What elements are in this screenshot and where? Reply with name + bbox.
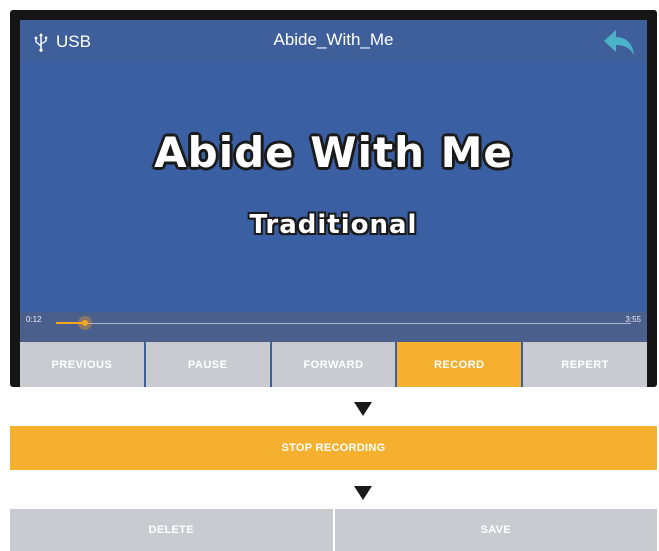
save-button[interactable]: SAVE <box>332 509 657 551</box>
progress-thumb[interactable] <box>78 316 93 330</box>
seek-bar: 0:12 3:55 <box>20 312 647 342</box>
save-delete-actions: DELETE SAVE <box>10 509 657 551</box>
back-arrow-icon[interactable] <box>603 28 635 56</box>
player-screen: USB Abide_With_Me Abide With Me Traditio… <box>20 20 647 387</box>
delete-button[interactable]: DELETE <box>10 509 333 551</box>
video-area: Abide With Me Traditional <box>20 62 647 312</box>
record-button[interactable]: RECORD <box>397 342 524 387</box>
pause-button[interactable]: PAUSE <box>145 342 272 387</box>
progress-track[interactable] <box>56 316 631 330</box>
playback-controls: PREVIOUS PAUSE FORWARD RECORD REPERT <box>20 342 647 387</box>
down-triangle-icon <box>354 486 372 500</box>
lyric-song-artist: Traditional <box>249 210 418 240</box>
device-screen: USB Abide_With_Me Abide With Me Traditio… <box>10 10 657 387</box>
lyric-song-title: Abide With Me <box>154 128 513 177</box>
total-time: 3:55 <box>625 315 641 324</box>
top-bar: USB Abide_With_Me <box>20 20 647 62</box>
down-triangle-icon <box>354 402 372 416</box>
repeat-button[interactable]: REPERT <box>523 342 647 387</box>
track-title: Abide_With_Me <box>273 30 394 49</box>
previous-button[interactable]: PREVIOUS <box>20 342 146 387</box>
forward-button[interactable]: FORWARD <box>271 342 398 387</box>
stop-recording-button[interactable]: STOP RECORDING <box>10 426 657 470</box>
current-time: 0:12 <box>26 315 42 324</box>
